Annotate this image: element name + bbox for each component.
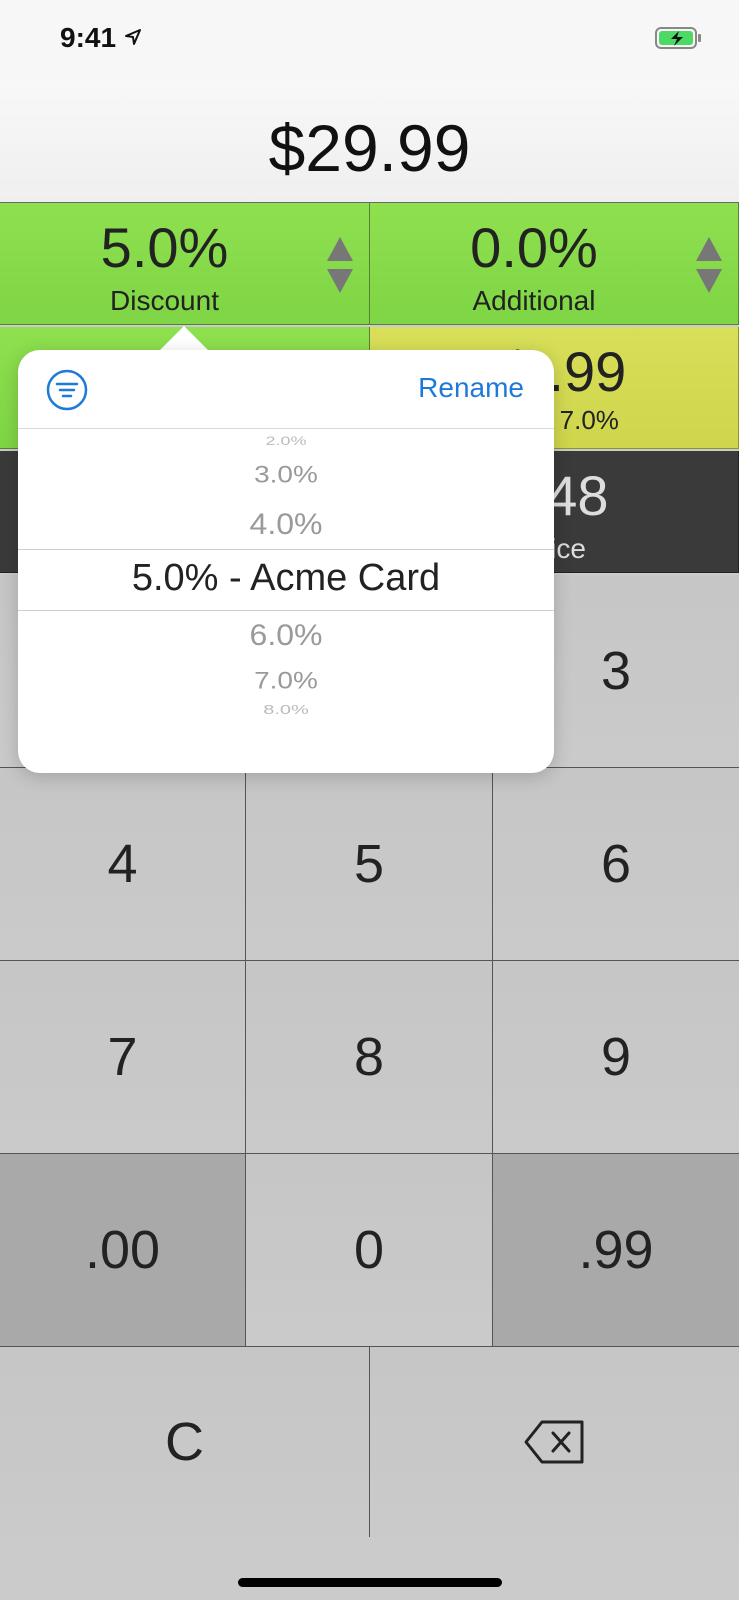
key-99[interactable]: .99 — [493, 1154, 739, 1347]
discount-picker-popover: Rename 2.0% 3.0% 4.0% 5.0% - Acme Card 6… — [18, 350, 554, 773]
discount-stepper-icon[interactable] — [325, 235, 355, 295]
backspace-icon — [524, 1420, 583, 1464]
key-5[interactable]: 5 — [246, 768, 493, 961]
location-arrow-icon — [125, 29, 141, 45]
picker-item[interactable]: 2.0% — [18, 435, 554, 449]
key-9[interactable]: 9 — [493, 961, 739, 1154]
key-4[interactable]: 4 — [0, 768, 246, 961]
picker-item[interactable]: 8.0% — [18, 703, 554, 718]
home-indicator[interactable] — [238, 1578, 502, 1587]
price-value: $29.99 — [268, 111, 471, 185]
clear-button[interactable]: C — [0, 1347, 370, 1537]
additional-tile[interactable]: 0.0% Additional — [370, 203, 739, 325]
key-0[interactable]: 0 — [246, 1154, 493, 1347]
discount-label: Discount — [110, 285, 219, 316]
additional-label: Additional — [472, 285, 596, 316]
home-area — [0, 1537, 739, 1600]
key-8[interactable]: 8 — [246, 961, 493, 1154]
status-bar: 9:41 — [0, 0, 739, 80]
picker-item[interactable]: 4.0% — [18, 507, 554, 541]
key-6[interactable]: 6 — [493, 768, 739, 961]
key-7[interactable]: 7 — [0, 961, 246, 1154]
picker-selection-top — [18, 549, 554, 550]
popover-header: Rename — [18, 350, 554, 429]
filter-icon[interactable] — [46, 369, 88, 411]
discount-value: 5.0% — [100, 216, 229, 279]
rename-button[interactable]: Rename — [418, 372, 524, 404]
additional-stepper-icon[interactable] — [694, 235, 724, 295]
key-00[interactable]: .00 — [0, 1154, 246, 1347]
discount-tile[interactable]: 5.0% Discount — [0, 203, 370, 325]
additional-value: 0.0% — [470, 216, 598, 279]
status-time: 9:41 — [60, 22, 117, 53]
picker-item-selected[interactable]: 5.0% - Acme Card — [18, 557, 554, 600]
battery-charging-icon — [655, 27, 701, 49]
discount-picker-wheel[interactable]: 2.0% 3.0% 4.0% 5.0% - Acme Card 6.0% 7.0… — [18, 429, 554, 773]
picker-item[interactable]: 7.0% — [18, 667, 554, 694]
picker-item[interactable]: 3.0% — [18, 461, 554, 488]
backspace-button[interactable] — [370, 1347, 739, 1537]
picker-selection-bottom — [18, 610, 554, 611]
price-display[interactable]: $29.99 — [0, 80, 739, 203]
popover-arrow — [158, 326, 210, 352]
picker-item[interactable]: 6.0% — [18, 618, 554, 652]
